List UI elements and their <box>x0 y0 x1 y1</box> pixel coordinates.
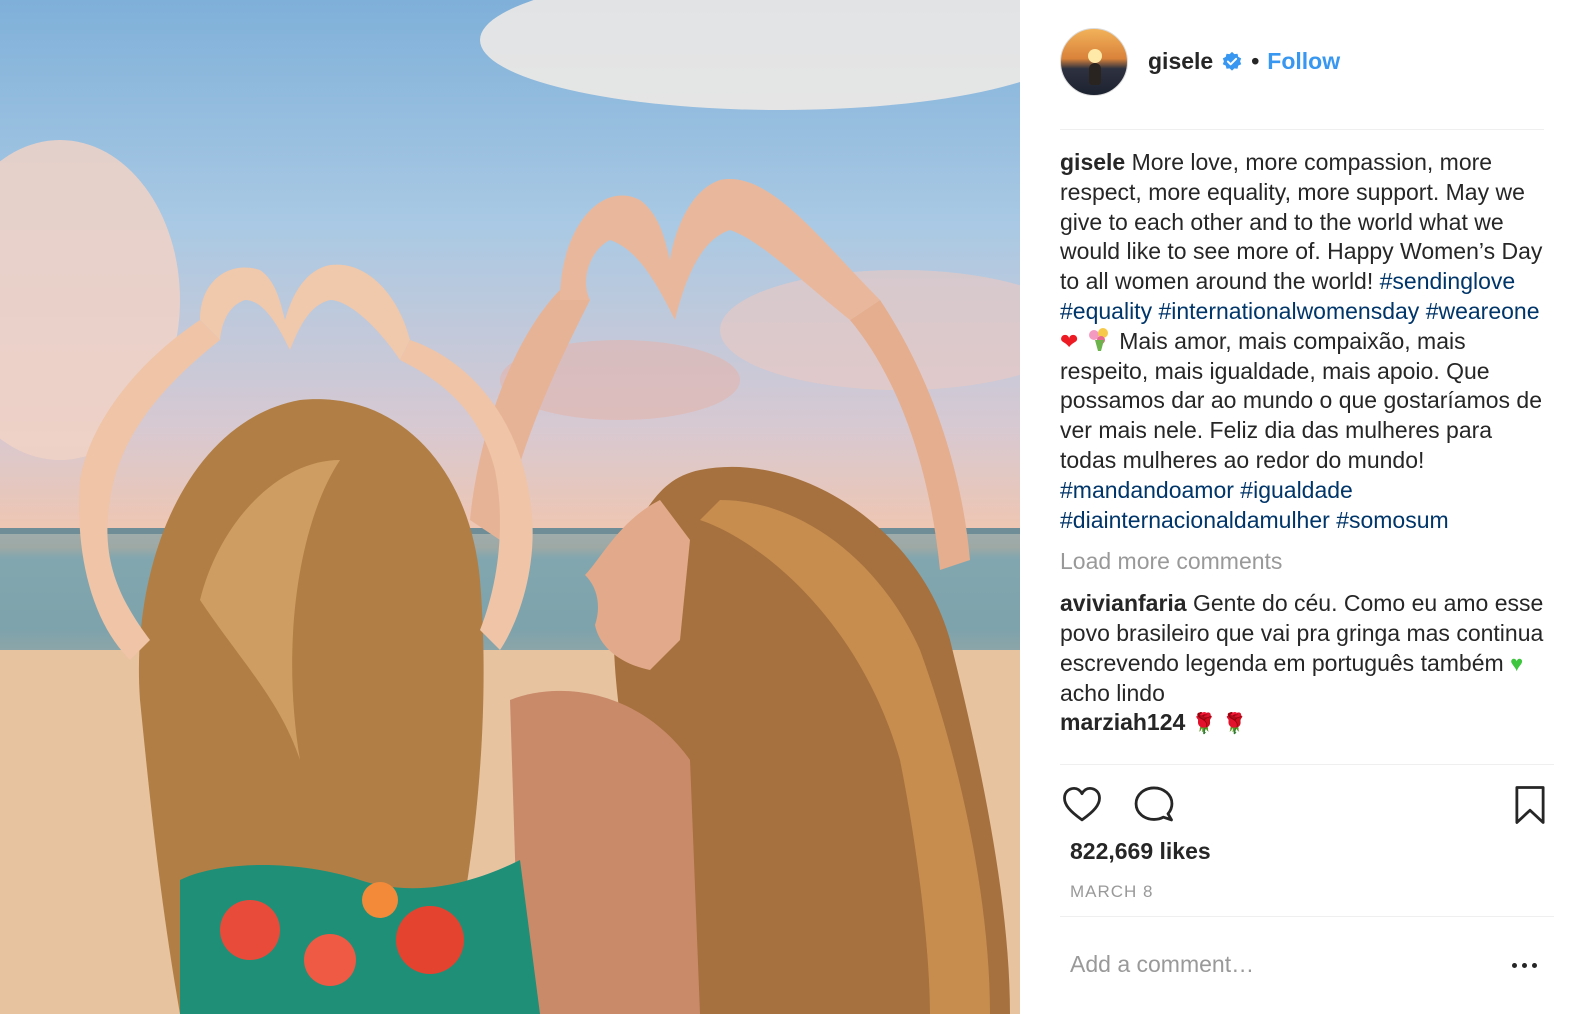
add-comment-input[interactable] <box>1070 947 1490 981</box>
heart-outline-icon <box>1063 786 1101 822</box>
hashtag-link[interactable]: #mandandoamor <box>1060 477 1234 503</box>
hashtag-link[interactable]: #somosum <box>1336 507 1448 533</box>
follow-button[interactable]: Follow <box>1267 48 1340 75</box>
caption-author[interactable]: gisele <box>1060 149 1125 175</box>
caption: gisele More love, more compassion, more … <box>1060 148 1554 535</box>
bouquet-emoji-icon <box>1088 327 1108 351</box>
post-header: gisele • Follow <box>1060 28 1544 130</box>
avatar[interactable] <box>1060 28 1128 96</box>
comments-list: gisele More love, more compassion, more … <box>1060 148 1554 762</box>
header-separator: • <box>1251 48 1260 74</box>
comment-author[interactable]: avivianfaria <box>1060 590 1187 616</box>
header-meta: gisele • Follow <box>1148 48 1340 75</box>
comment-text: acho lindo <box>1060 679 1165 706</box>
more-dot <box>1521 962 1527 968</box>
post-actions <box>1060 764 1554 844</box>
more-dot <box>1511 962 1517 968</box>
green-heart-emoji: ♥ <box>1510 650 1524 676</box>
comment-item: avivianfaria Gente do céu. Como eu amo e… <box>1060 589 1554 708</box>
avatar-person <box>1089 63 1101 85</box>
hashtag-link[interactable]: #diainternacionaldamulher <box>1060 507 1330 533</box>
username-link[interactable]: gisele <box>1148 48 1213 75</box>
like-button[interactable] <box>1060 783 1104 827</box>
avatar-sun <box>1088 49 1102 63</box>
verified-badge-icon <box>1223 51 1242 71</box>
comment-button[interactable] <box>1132 783 1176 827</box>
comment-bubble-icon <box>1134 786 1174 822</box>
instagram-post: gisele • Follow gisele More love, more c… <box>0 0 1584 1014</box>
hashtag-link[interactable]: #equality <box>1060 298 1152 324</box>
more-options-icon[interactable] <box>1504 951 1544 979</box>
hashtag-link[interactable]: #sendinglove <box>1380 268 1516 294</box>
more-dot <box>1531 962 1537 968</box>
add-comment-bar <box>1060 916 1554 1014</box>
caption-text-pt: Mais amor, mais compaixão, mais respeito… <box>1060 327 1543 473</box>
post-photo[interactable] <box>0 0 1020 1014</box>
comment-item: marziah124 🌹 🌹 <box>1060 708 1554 740</box>
post-side-panel: gisele • Follow gisele More love, more c… <box>1020 0 1584 1014</box>
post-date[interactable]: MARCH 8 <box>1070 882 1154 902</box>
hashtag-link[interactable]: #weareone <box>1426 298 1540 324</box>
load-more-comments-button[interactable]: Load more comments <box>1060 547 1554 577</box>
save-button[interactable] <box>1508 783 1552 827</box>
hashtag-link[interactable]: #igualdade <box>1240 477 1353 503</box>
hashtag-link[interactable]: #internationalwomensday <box>1158 298 1419 324</box>
red-heart-emoji: ❤ <box>1060 328 1079 354</box>
bookmark-icon <box>1515 786 1545 824</box>
comment-author[interactable]: marziah124 <box>1060 709 1185 735</box>
likes-count[interactable]: 822,669 likes <box>1070 838 1211 865</box>
rose-emoji: 🌹 🌹 <box>1191 713 1248 736</box>
post-photo-illustration <box>0 0 1020 1014</box>
